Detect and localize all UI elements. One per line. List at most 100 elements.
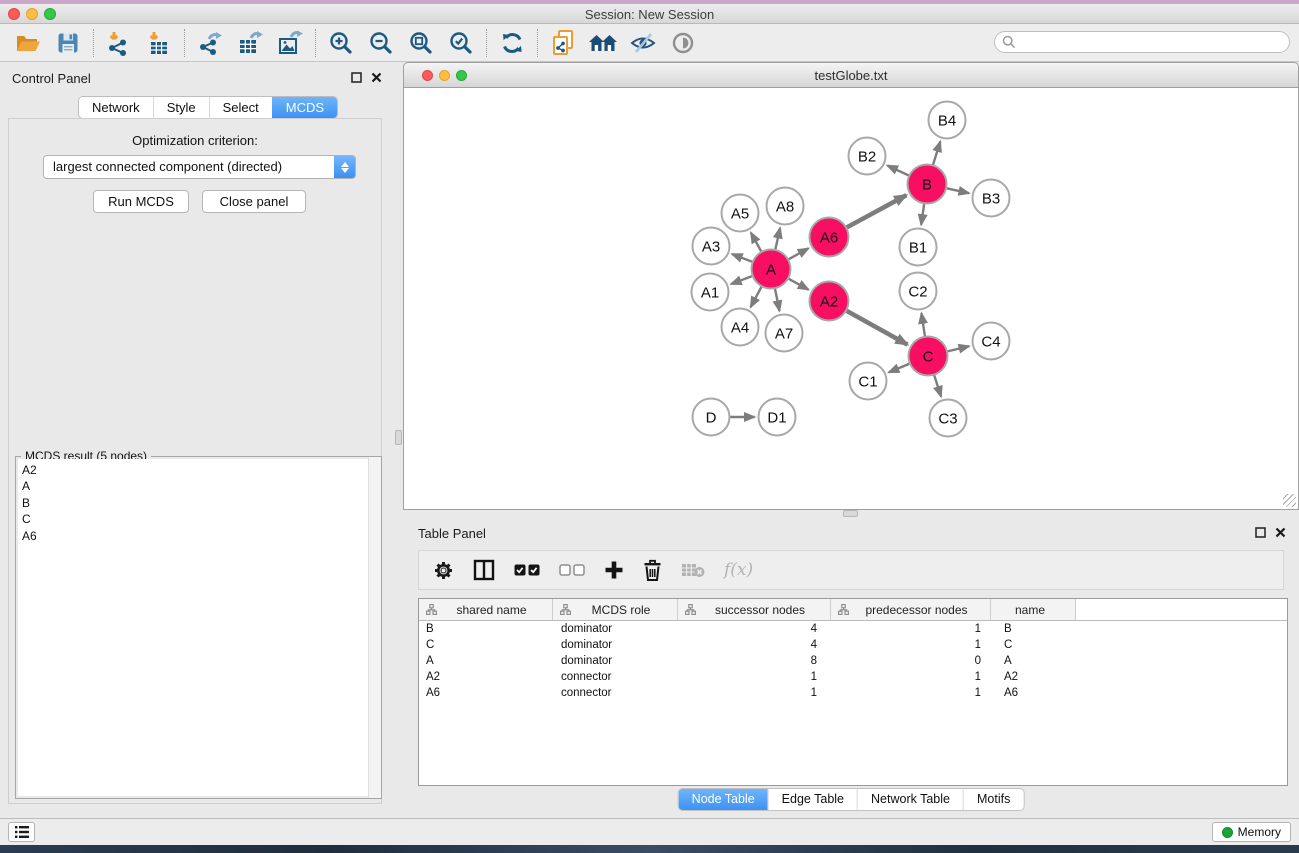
edge-C-C1[interactable]	[889, 364, 910, 373]
export-network-button[interactable]	[190, 27, 230, 59]
criterion-select[interactable]: largest connected component (directed)	[43, 155, 356, 179]
tab-select[interactable]: Select	[209, 97, 272, 118]
network-canvas[interactable]: AA1A2A3A4A5A6A7A8BB1B2B3B4CC1C2C3C4DD1	[403, 88, 1299, 510]
home-button[interactable]	[583, 27, 623, 59]
node-a2[interactable]: A2	[810, 282, 849, 321]
run-mcds-button[interactable]: Run MCDS	[93, 190, 189, 213]
refresh-button[interactable]	[492, 27, 532, 59]
tab-motifs[interactable]: Motifs	[963, 789, 1023, 810]
edge-C-C2[interactable]	[921, 313, 925, 336]
cell-shared-name[interactable]: A2	[419, 671, 553, 683]
result-scrollbar[interactable]	[368, 457, 381, 798]
node-b3[interactable]: B3	[973, 180, 1010, 217]
cell-mcds-role[interactable]: connector	[553, 671, 678, 683]
node-b4[interactable]: B4	[929, 102, 966, 139]
node-b2[interactable]: B2	[849, 138, 886, 175]
node-a5[interactable]: A5	[722, 195, 759, 232]
result-item-a2[interactable]: A2	[22, 462, 379, 478]
edge-A-A4[interactable]	[751, 286, 762, 307]
open-session-button[interactable]	[8, 27, 48, 59]
table-row-a2[interactable]: A2connector11A2	[419, 669, 1287, 685]
column-header-name[interactable]: name	[991, 599, 1076, 620]
show-panels-button[interactable]	[663, 27, 703, 59]
edge-B-B3[interactable]	[946, 188, 969, 193]
tab-node-table[interactable]: Node Table	[679, 789, 768, 810]
tab-edge-table[interactable]: Edge Table	[768, 789, 857, 810]
edge-C-C3[interactable]	[934, 375, 941, 397]
result-item-a6[interactable]: A6	[22, 528, 379, 544]
divider-handle-left[interactable]	[395, 430, 402, 445]
edge-B-B2[interactable]	[887, 166, 909, 176]
cell-predecessor-nodes[interactable]: 0	[831, 655, 991, 667]
zoom-fit-button[interactable]	[401, 27, 441, 59]
result-item-b[interactable]: B	[22, 495, 379, 511]
zoom-selected-button[interactable]	[441, 27, 481, 59]
node-a7[interactable]: A7	[766, 315, 803, 352]
node-table[interactable]: shared nameMCDS rolesuccessor nodesprede…	[418, 598, 1288, 786]
hide-panels-button[interactable]	[623, 27, 663, 59]
edge-A-A6[interactable]	[788, 248, 808, 259]
column-header-mcds-role[interactable]: MCDS role	[553, 599, 678, 620]
table-row-a6[interactable]: A6connector11A6	[419, 685, 1287, 701]
node-c2[interactable]: C2	[900, 273, 937, 310]
table-options-button[interactable]	[433, 560, 454, 581]
cell-successor-nodes[interactable]: 1	[678, 671, 831, 683]
cell-predecessor-nodes[interactable]: 1	[831, 687, 991, 699]
deselect-all-button[interactable]	[559, 564, 585, 576]
memory-button[interactable]: Memory	[1212, 822, 1291, 842]
edge-A-A8[interactable]	[775, 228, 780, 250]
edge-C-C4[interactable]	[947, 346, 969, 351]
select-all-button[interactable]	[514, 564, 540, 576]
add-column-button[interactable]	[604, 560, 624, 580]
cell-shared-name[interactable]: B	[419, 623, 553, 635]
cell-mcds-role[interactable]: connector	[553, 687, 678, 699]
cell-mcds-role[interactable]: dominator	[553, 655, 678, 667]
column-header-shared-name[interactable]: shared name	[419, 599, 553, 620]
cell-name[interactable]: A6	[991, 687, 1076, 699]
cell-successor-nodes[interactable]: 4	[678, 639, 831, 651]
cell-mcds-role[interactable]: dominator	[553, 639, 678, 651]
node-a8[interactable]: A8	[767, 188, 804, 225]
show-columns-button[interactable]	[473, 559, 495, 581]
tab-mcds[interactable]: MCDS	[272, 97, 337, 118]
result-item-c[interactable]: C	[22, 511, 379, 527]
node-b1[interactable]: B1	[900, 229, 937, 266]
import-table-button[interactable]	[139, 27, 179, 59]
node-d[interactable]: D	[693, 399, 730, 436]
cell-name[interactable]: A2	[991, 671, 1076, 683]
edge-B-B4[interactable]	[933, 141, 940, 165]
node-a3[interactable]: A3	[693, 228, 730, 265]
cell-shared-name[interactable]: A6	[419, 687, 553, 699]
zoom-in-button[interactable]	[321, 27, 361, 59]
table-row-b[interactable]: Bdominator41B	[419, 621, 1287, 637]
cell-successor-nodes[interactable]: 1	[678, 687, 831, 699]
cell-shared-name[interactable]: C	[419, 639, 553, 651]
network-graph[interactable]: AA1A2A3A4A5A6A7A8BB1B2B3B4CC1C2C3C4DD1	[404, 88, 1298, 509]
edge-A-A1[interactable]	[731, 276, 753, 284]
cell-mcds-role[interactable]: dominator	[553, 623, 678, 635]
edge-A-A7[interactable]	[775, 288, 780, 311]
edge-A2-C[interactable]	[846, 310, 907, 344]
edge-A-A2[interactable]	[788, 278, 808, 289]
node-a[interactable]: A	[752, 250, 791, 289]
cell-predecessor-nodes[interactable]: 1	[831, 639, 991, 651]
cell-predecessor-nodes[interactable]: 1	[831, 671, 991, 683]
export-image-button[interactable]	[270, 27, 310, 59]
tab-network[interactable]: Network	[79, 97, 153, 118]
close-panel-icon[interactable]	[371, 72, 382, 83]
cell-shared-name[interactable]: A	[419, 655, 553, 667]
task-history-button[interactable]	[8, 822, 35, 842]
search-field[interactable]	[994, 31, 1290, 53]
node-c4[interactable]: C4	[973, 323, 1010, 360]
column-header-predecessor-nodes[interactable]: predecessor nodes	[831, 599, 991, 620]
node-a6[interactable]: A6	[810, 218, 849, 257]
node-c[interactable]: C	[909, 337, 948, 376]
float-panel-icon[interactable]	[351, 72, 362, 83]
node-a1[interactable]: A1	[692, 274, 729, 311]
cell-predecessor-nodes[interactable]: 1	[831, 623, 991, 635]
tab-network-table[interactable]: Network Table	[857, 789, 963, 810]
save-session-button[interactable]	[48, 27, 88, 59]
delete-column-button[interactable]	[643, 559, 662, 581]
float-panel-icon[interactable]	[1255, 527, 1266, 538]
node-b[interactable]: B	[908, 165, 947, 204]
